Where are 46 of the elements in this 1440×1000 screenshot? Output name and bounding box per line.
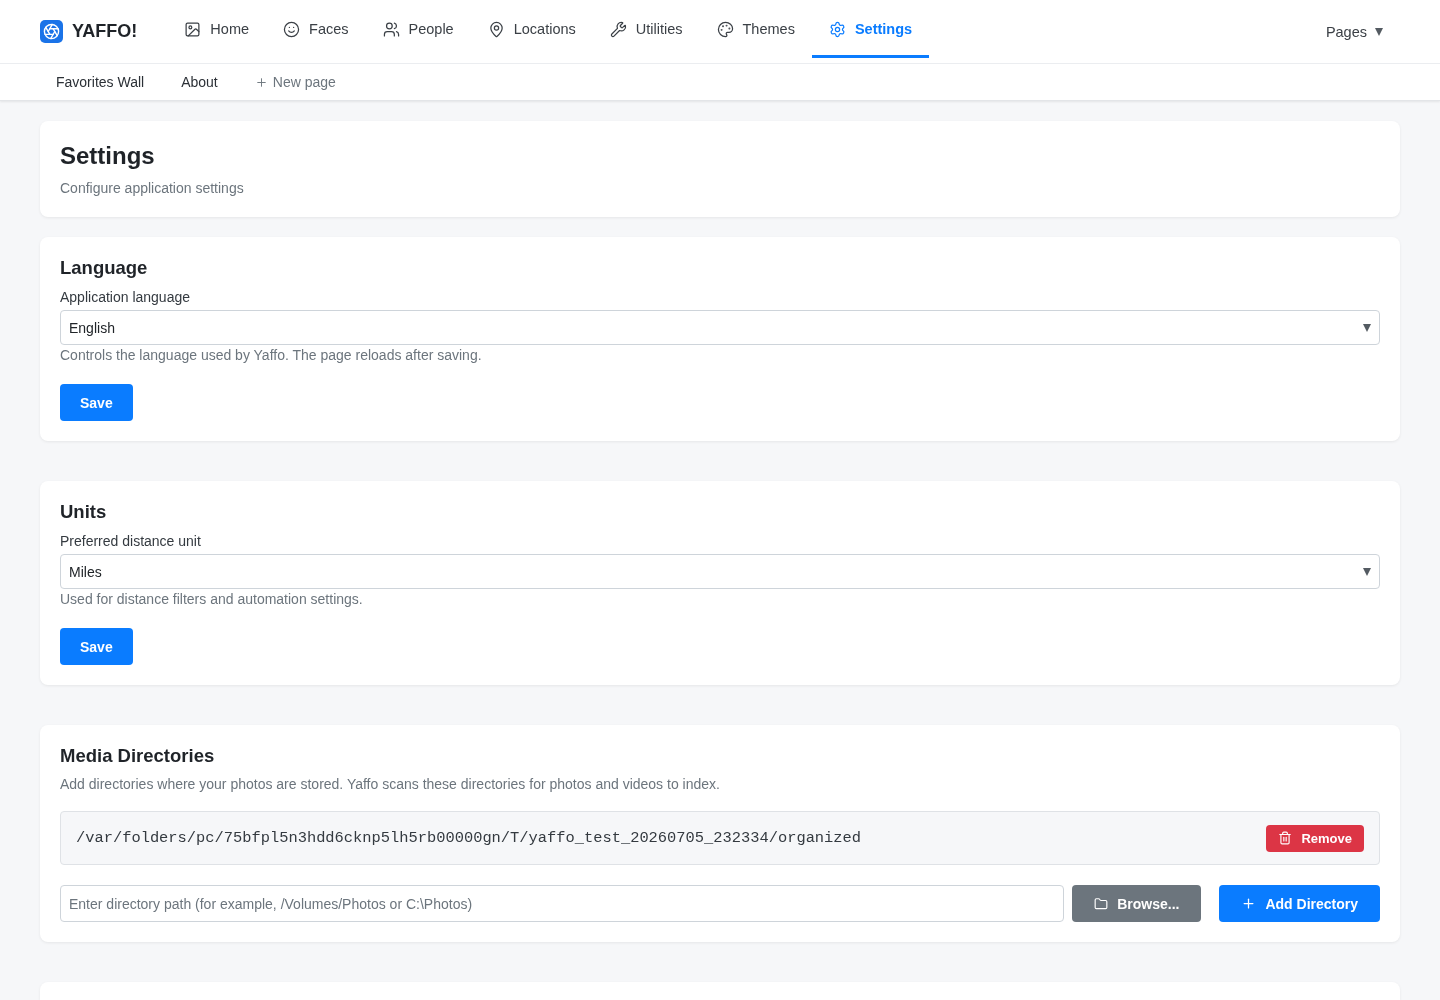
nav-tab[interactable]: Locations (470, 0, 593, 58)
directory-path-input[interactable]: Enter directory path (for example, /Volumes/Photos or C:\Photos) (60, 885, 1065, 922)
remove-button[interactable]: Remove (1266, 824, 1364, 852)
caret-icon (1375, 27, 1383, 36)
new-page-link[interactable]: New page (254, 74, 336, 90)
image-icon (184, 20, 202, 38)
smiley-face-icon (283, 20, 301, 38)
field-label: Application language (60, 288, 191, 307)
wrench-icon (609, 20, 627, 38)
help-text: Used for distance filters and automation settings. (60, 590, 364, 608)
section-description: Add directories where your photos are stored. Yaffo scans these directories for photos and videos to index. (60, 775, 721, 793)
select-field[interactable]: English (60, 310, 1380, 345)
save-button[interactable]: Save (60, 384, 133, 421)
caret-icon (1363, 323, 1371, 332)
help-text: Controls the language used by Yaffo. The page reloads after saving. (60, 346, 483, 364)
pages-menu[interactable]: Pages (1325, 0, 1383, 63)
browse-button[interactable]: Browse... (1072, 885, 1202, 922)
folder-icon (1094, 896, 1109, 911)
plus-icon (1241, 896, 1257, 911)
select-field[interactable]: Miles (60, 554, 1380, 589)
subnav-link[interactable]: About (181, 74, 218, 90)
brand-name: YAFFO! (72, 21, 138, 42)
map-pin-icon (487, 20, 505, 38)
caret-icon (1363, 567, 1371, 576)
save-button[interactable]: Save (60, 628, 133, 665)
trash-icon (1278, 831, 1293, 845)
aperture-logo-icon (40, 20, 63, 43)
settings-icon (828, 20, 846, 38)
nav-tab[interactable]: Faces (266, 0, 366, 58)
section-title: Language (60, 257, 149, 279)
nav-tab[interactable]: People (365, 0, 471, 58)
plus-icon (254, 75, 268, 89)
add-directory-button[interactable]: Add Directory (1219, 885, 1380, 922)
nav-tab[interactable]: Home (167, 0, 267, 58)
section-title: Units (60, 501, 108, 523)
page-title: Settings (60, 141, 156, 171)
nav-tab[interactable]: Settings (811, 0, 930, 58)
people-icon (382, 20, 400, 38)
section-title: Media Directories (60, 745, 216, 767)
directory-path: /var/folders/pc/75bfpl5n3hdd6cknp5lh5rb00000gn/T/yaffo_test_20260705_232334/organized (76, 829, 862, 847)
field-label: Preferred distance unit (60, 532, 202, 551)
palette-icon (716, 20, 734, 38)
nav-tab[interactable]: Themes (699, 0, 812, 58)
nav-tab[interactable]: Utilities (592, 0, 700, 58)
page-subtitle: Configure application settings (60, 179, 245, 197)
subnav-link[interactable]: Favorites Wall (56, 74, 145, 90)
